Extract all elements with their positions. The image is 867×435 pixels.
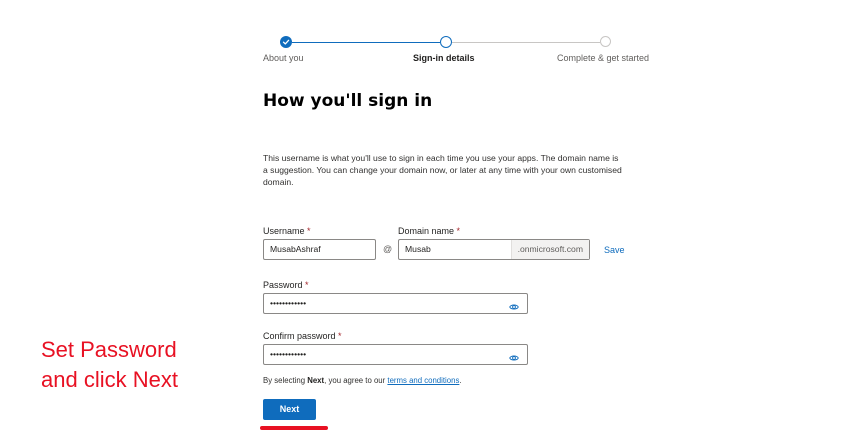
step-complete-check-icon [280, 36, 292, 48]
password-label-text: Password [263, 280, 303, 290]
step-current-circle-icon [440, 36, 452, 48]
domain-suffix: .onmicrosoft.com [510, 240, 589, 259]
step-connector-complete [292, 41, 440, 43]
next-button[interactable]: Next [263, 399, 316, 420]
password-input[interactable]: •••••••••••• [263, 293, 528, 314]
step-label-sign-in-details: Sign-in details [413, 53, 475, 63]
username-label: Username * [263, 226, 311, 236]
required-mark: * [456, 226, 461, 236]
terms-and-conditions-link[interactable]: terms and conditions [387, 376, 459, 385]
page-description: This username is what you'll use to sign… [263, 153, 622, 187]
agreement-suffix: . [459, 376, 462, 385]
username-input[interactable]: MusabAshraf [263, 239, 376, 260]
agreement-prefix: By selecting [263, 376, 308, 385]
confirm-password-input[interactable]: •••••••••••• [263, 344, 528, 365]
terms-agreement-text: By selecting Next, you agree to our term… [263, 376, 462, 385]
annotation-line-1: Set Password [41, 337, 177, 362]
password-label: Password * [263, 280, 309, 290]
agreement-middle: , you agree to our [324, 376, 388, 385]
eye-icon[interactable] [509, 350, 519, 369]
page-title: How you'll sign in [263, 91, 433, 111]
annotation-underline [260, 426, 328, 430]
step-label-complete: Complete & get started [557, 53, 650, 63]
required-mark: * [307, 226, 311, 236]
required-mark: * [338, 331, 342, 341]
domain-value: Musab [405, 244, 431, 254]
confirm-password-label: Confirm password * [263, 331, 342, 341]
save-domain-link[interactable]: Save [604, 245, 625, 255]
confirm-password-label-text: Confirm password [263, 331, 336, 341]
username-label-text: Username [263, 226, 305, 236]
domain-label-text: Domain name [398, 226, 455, 236]
step-connector-upcoming [452, 42, 600, 43]
username-value: MusabAshraf [270, 244, 321, 254]
domain-label: Domain name * [398, 226, 460, 236]
step-upcoming-circle-icon [600, 36, 611, 47]
domain-input[interactable]: Musab .onmicrosoft.com [398, 239, 590, 260]
password-value: •••••••••••• [270, 298, 307, 308]
eye-icon[interactable] [509, 299, 519, 318]
at-symbol: @ [383, 244, 393, 254]
instruction-annotation: Set Password and click Next [41, 335, 241, 395]
required-mark: * [305, 280, 309, 290]
step-label-about-you: About you [263, 53, 304, 63]
agreement-bold: Next [307, 376, 325, 385]
annotation-line-2: and click Next [41, 367, 178, 392]
confirm-password-value: •••••••••••• [270, 349, 307, 359]
